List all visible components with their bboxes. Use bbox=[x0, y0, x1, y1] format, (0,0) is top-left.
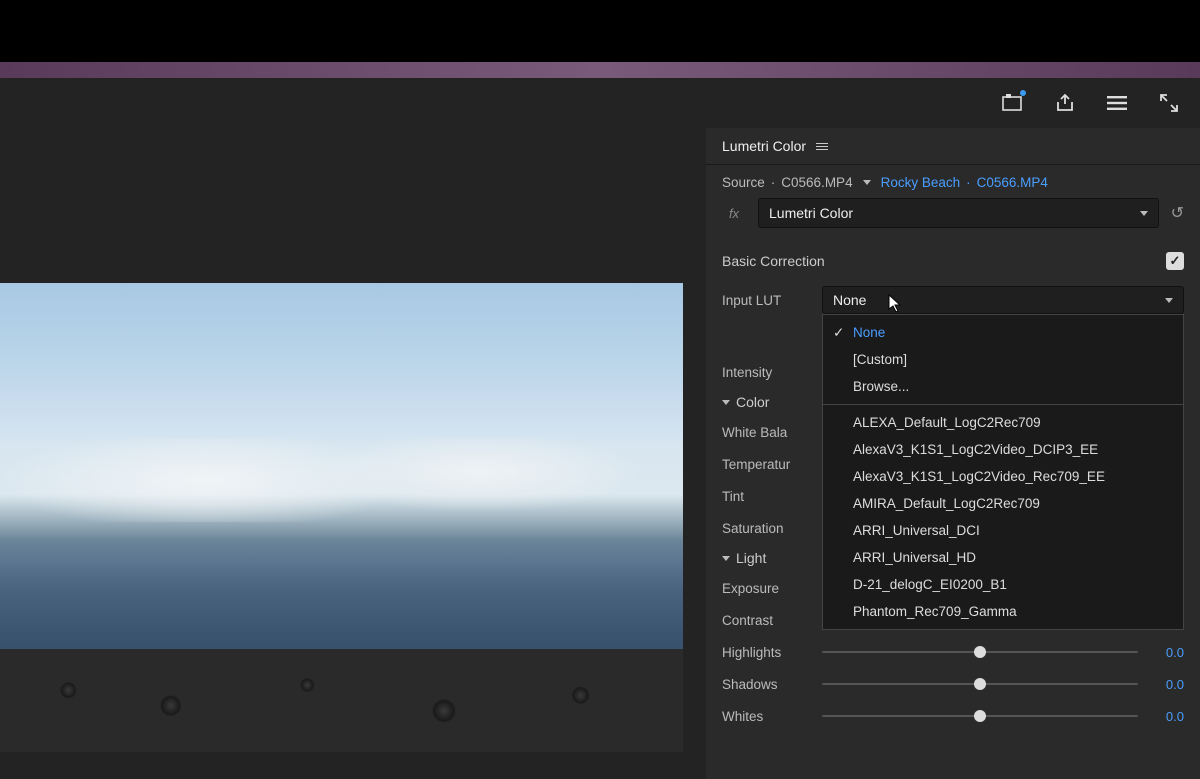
lut-option-browse[interactable]: Browse... bbox=[823, 373, 1183, 400]
program-monitor-preview bbox=[0, 283, 683, 752]
reset-effect-icon[interactable]: ↺ bbox=[1171, 203, 1184, 223]
panel-menu-icon[interactable] bbox=[816, 143, 828, 150]
workspace-menu-icon[interactable] bbox=[1106, 92, 1128, 114]
saturation-label: Saturation bbox=[722, 521, 822, 536]
shadows-label: Shadows bbox=[722, 677, 822, 692]
chevron-down-icon bbox=[1165, 298, 1173, 303]
highlights-slider[interactable] bbox=[822, 642, 1138, 662]
section-basic-correction[interactable]: Basic Correction bbox=[722, 253, 825, 269]
lut-option[interactable]: ALEXA_Default_LogC2Rec709 bbox=[823, 409, 1183, 436]
lut-option[interactable]: AlexaV3_K1S1_LogC2Video_DCIP3_EE bbox=[823, 436, 1183, 463]
shadows-slider[interactable] bbox=[822, 674, 1138, 694]
lut-option-none[interactable]: ✓ None bbox=[823, 319, 1183, 346]
lut-option[interactable]: AMIRA_Default_LogC2Rec709 bbox=[823, 490, 1183, 517]
exposure-label: Exposure bbox=[722, 581, 822, 596]
lut-option[interactable]: AlexaV3_K1S1_LogC2Video_Rec709_EE bbox=[823, 463, 1183, 490]
chevron-down-icon bbox=[722, 400, 730, 405]
highlights-value[interactable]: 0.0 bbox=[1138, 645, 1184, 660]
lut-option-custom[interactable]: [Custom] bbox=[823, 346, 1183, 373]
intensity-label: Intensity bbox=[722, 365, 822, 380]
source-clip-name[interactable]: C0566.MP4 bbox=[781, 175, 852, 190]
lut-option[interactable]: Phantom_Rec709_Gamma bbox=[823, 598, 1183, 625]
share-icon[interactable] bbox=[1054, 92, 1076, 114]
lut-option[interactable]: ARRI_Universal_HD bbox=[823, 544, 1183, 571]
chevron-down-icon[interactable] bbox=[863, 180, 871, 185]
fx-badge[interactable]: fx bbox=[722, 206, 746, 221]
source-label: Source bbox=[722, 175, 765, 190]
sequence-clip-link[interactable]: C0566.MP4 bbox=[977, 175, 1048, 190]
contrast-label: Contrast bbox=[722, 613, 822, 628]
effect-dropdown[interactable]: Lumetri Color bbox=[758, 198, 1159, 228]
basic-correction-toggle[interactable]: ✓ bbox=[1166, 252, 1184, 270]
tint-label: Tint bbox=[722, 489, 822, 504]
panel-title: Lumetri Color bbox=[722, 138, 806, 154]
quick-export-icon[interactable] bbox=[1002, 92, 1024, 114]
input-lut-dropdown[interactable]: None ✓ None [Custom] Browse... ALEXA_Def… bbox=[822, 286, 1184, 314]
effect-name: Lumetri Color bbox=[769, 205, 853, 221]
fullscreen-icon[interactable] bbox=[1158, 92, 1180, 114]
white-balance-label: White Bala bbox=[722, 425, 822, 440]
chevron-down-icon bbox=[722, 556, 730, 561]
check-icon: ✓ bbox=[833, 325, 844, 341]
input-lut-selected: None bbox=[833, 292, 866, 308]
shadows-value[interactable]: 0.0 bbox=[1138, 677, 1184, 692]
chevron-down-icon bbox=[1140, 211, 1148, 216]
lut-option[interactable]: D-21_delogC_EI0200_B1 bbox=[823, 571, 1183, 598]
lut-option[interactable]: ARRI_Universal_DCI bbox=[823, 517, 1183, 544]
temperature-label: Temperatur bbox=[722, 457, 822, 472]
input-lut-menu: ✓ None [Custom] Browse... ALEXA_Default_… bbox=[822, 314, 1184, 630]
input-lut-label: Input LUT bbox=[722, 293, 822, 308]
sequence-name-link[interactable]: Rocky Beach bbox=[881, 175, 961, 190]
whites-label: Whites bbox=[722, 709, 822, 724]
whites-slider[interactable] bbox=[822, 706, 1138, 726]
highlights-label: Highlights bbox=[722, 645, 822, 660]
whites-value[interactable]: 0.0 bbox=[1138, 709, 1184, 724]
